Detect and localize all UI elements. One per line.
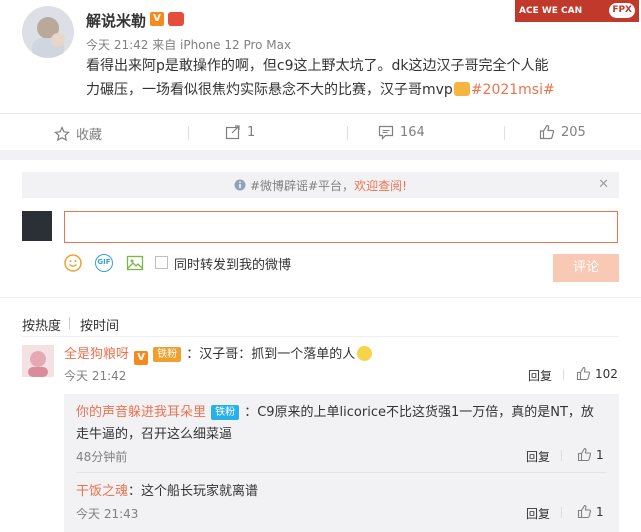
thumbs-up-icon	[576, 366, 590, 381]
repost-icon	[225, 125, 240, 140]
crown-icon	[168, 12, 184, 26]
image-icon[interactable]	[126, 254, 144, 276]
avatar-image	[32, 17, 65, 58]
notice-prefix: #微博辟谣#平台，	[249, 179, 355, 193]
rumor-notice: #微博辟谣#平台，欢迎查阅! ✕	[22, 172, 619, 198]
reply-label: 回复	[526, 507, 551, 521]
info-icon	[234, 179, 246, 191]
thumbs-up-icon	[577, 504, 591, 519]
bar-separator-1	[188, 126, 189, 140]
comment-time: 今天 21:42	[64, 369, 127, 383]
banner-tag: FPX	[609, 3, 635, 18]
post-author[interactable]: 解说米勒	[86, 10, 146, 31]
like-button[interactable]: 205	[539, 124, 586, 140]
post-banner: ACE WE CAN FPX	[515, 0, 639, 22]
fan-badge: 铁粉	[153, 347, 182, 362]
comment-line: 全是狗粮呀 V 铁粉 ：汉子哥：抓到一个落单的人	[64, 343, 373, 365]
comment-count: 164	[400, 124, 425, 140]
emoji-icon[interactable]	[64, 254, 82, 276]
thumbs-up-icon	[539, 124, 555, 140]
repost-checkbox[interactable]	[155, 256, 168, 269]
reply-button[interactable]: 回复	[528, 367, 552, 384]
notice-message: #微博辟谣#平台，欢迎查阅!	[22, 177, 619, 194]
favorite-label: 收藏	[76, 128, 103, 143]
reply-label: 回复	[526, 450, 551, 464]
comment-input[interactable]	[64, 211, 618, 243]
notice-link[interactable]: 欢迎查阅!	[354, 179, 407, 193]
comment-like-button[interactable]: 102	[576, 366, 618, 381]
section-separator	[0, 150, 641, 160]
cat-emoji	[357, 346, 373, 361]
sort-divider-top	[0, 297, 641, 298]
post-source: 来自 iPhone 12 Pro Max	[152, 38, 292, 52]
reply-item: 干饭之魂：这个船长玩家就离谱	[76, 480, 258, 499]
reply-like-count: 1	[596, 447, 604, 462]
like-count: 205	[561, 124, 586, 140]
comment-author[interactable]: 全是狗粮呀	[64, 347, 129, 362]
composer-avatar	[22, 211, 52, 241]
comment-like-count: 102	[595, 366, 618, 381]
gif-icon[interactable]: GIF	[95, 254, 113, 272]
comment-button[interactable]: 164	[378, 124, 425, 140]
close-notice-icon[interactable]: ✕	[598, 177, 609, 192]
fan-badge: 铁粉	[211, 405, 240, 420]
bar-separator-3	[504, 126, 505, 140]
reply-divider	[76, 472, 607, 473]
repost-count: 1	[247, 124, 256, 140]
reply-like-button[interactable]: 1	[577, 447, 604, 462]
thumbs-up-icon	[577, 447, 591, 462]
verified-icon: V	[150, 12, 164, 26]
banner-text: ACE WE CAN	[519, 6, 583, 16]
reply-label: 回复	[528, 369, 553, 383]
thumbs-up-emoji	[453, 82, 470, 96]
sort-by-time[interactable]: 按时间	[80, 315, 119, 334]
reply-like-button[interactable]: 1	[577, 504, 604, 519]
comment-avatar[interactable]	[22, 345, 54, 377]
post-content: 看得出来阿p是敢操作的啊，但c9这上野太坑了。dk这边汉子哥完全个人能力碾压，一…	[86, 54, 556, 102]
avatar-image	[28, 351, 48, 377]
reply-reply-button[interactable]: 回复	[526, 505, 550, 522]
action-separator	[563, 369, 564, 380]
reply-time: 48分钟前	[76, 450, 128, 464]
repost-button[interactable]: 1	[225, 124, 255, 140]
reply-author[interactable]: 干饭之魂	[76, 484, 128, 499]
sort-divider-bottom	[22, 336, 619, 337]
bar-separator-2	[347, 126, 348, 140]
action-bar-divider	[0, 113, 641, 114]
post-time[interactable]: 今天 21:42	[86, 38, 148, 52]
reply-item: 你的声音躲进我耳朵里 铁粉 ：C9原来的上单licorice不比这货强1一万倍，…	[76, 401, 606, 445]
sort-separator	[69, 317, 70, 329]
comment-text: ：汉子哥：抓到一个落单的人	[186, 347, 356, 362]
reply-time: 今天 21:43	[76, 507, 139, 521]
reply-reply-button[interactable]: 回复	[526, 448, 550, 465]
post-meta: 今天 21:42 来自 iPhone 12 Pro Max	[86, 36, 291, 53]
action-separator	[561, 450, 562, 461]
post-avatar[interactable]	[22, 6, 74, 58]
verified-icon: V	[134, 351, 149, 365]
sort-by-hot[interactable]: 按热度	[22, 315, 61, 334]
favorite-button[interactable]: 收藏	[54, 124, 102, 143]
topic-link[interactable]: #2021msi#	[471, 82, 555, 98]
reply-author[interactable]: 你的声音躲进我耳朵里	[76, 405, 206, 420]
submit-comment-button[interactable]: 评论	[553, 254, 619, 282]
comment-icon	[378, 125, 394, 140]
star-icon	[54, 125, 70, 141]
reply-text: ：这个船长玩家就离谱	[128, 484, 259, 499]
repost-checkbox-label: 同时转发到我的微博	[174, 258, 292, 273]
action-separator	[561, 507, 562, 518]
reply-like-count: 1	[596, 504, 604, 519]
